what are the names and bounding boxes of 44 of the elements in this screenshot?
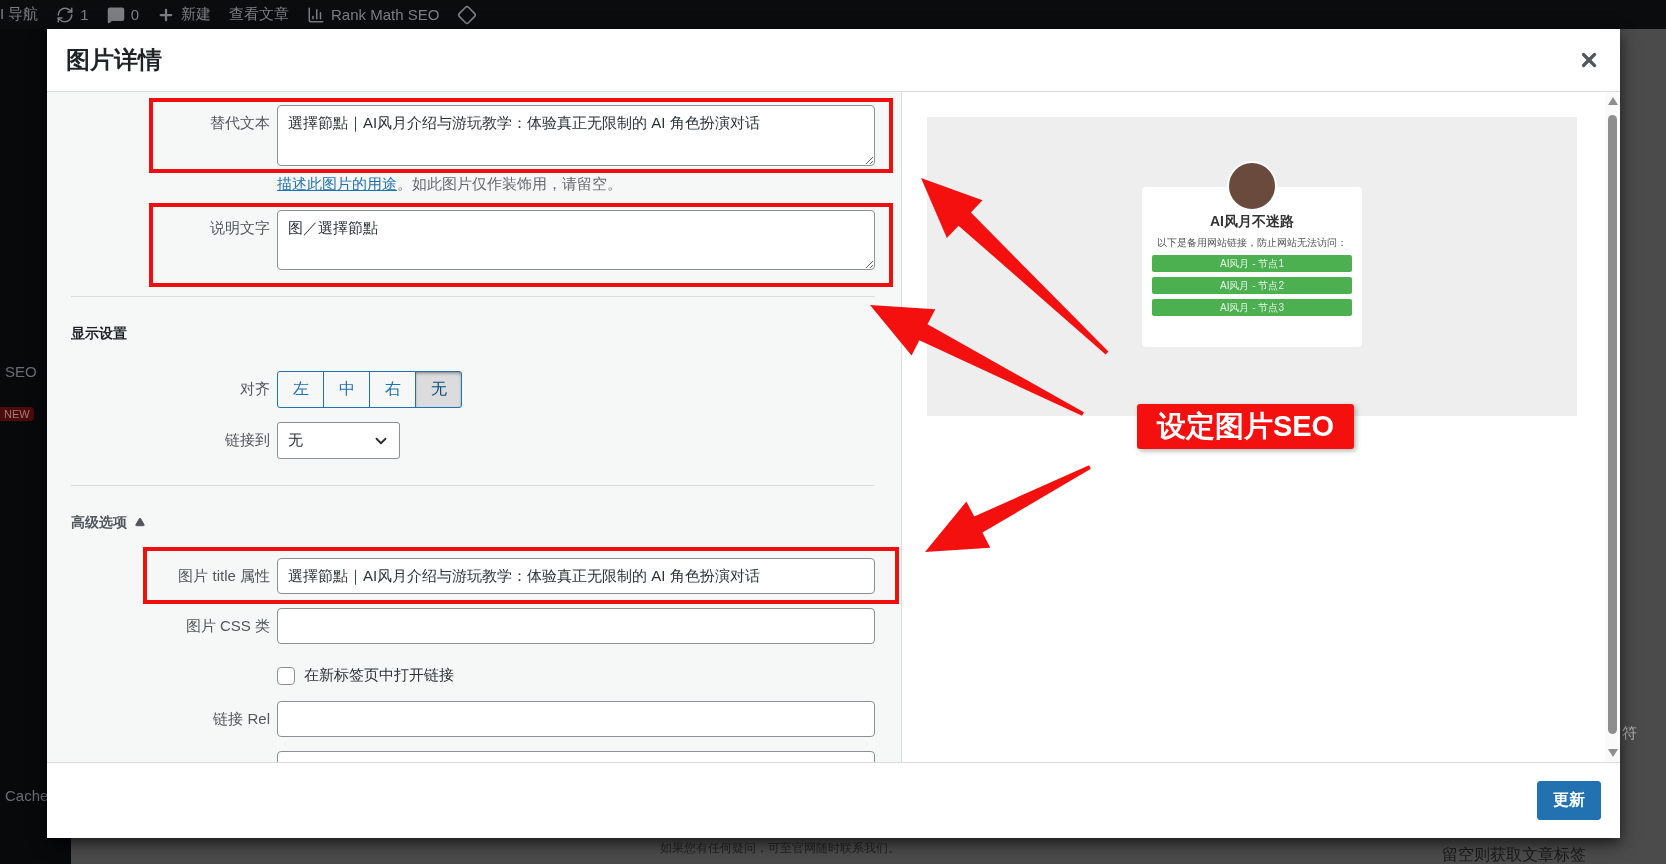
align-button[interactable]: 右 (369, 371, 416, 408)
text-field[interactable]: 選擇節點｜AI风月介绍与游玩教学：体验真正无限制的 AI 角色扮演对话 (277, 558, 875, 594)
link-to-select[interactable]: 无 (277, 422, 400, 459)
field-label: 图片 CSS 类 (184, 616, 270, 636)
toolbar-item[interactable]: 查看文章 (229, 5, 290, 24)
sidebar-item: SEO (5, 363, 37, 380)
help-text: 描述此图片的用途。如此图片仅作装饰用，请留空。 (277, 174, 623, 194)
field-label: 说明文字 (209, 218, 270, 238)
checkbox-label: 在新标签页中打开链接 (304, 666, 454, 685)
help-link[interactable]: 描述此图片的用途 (277, 175, 397, 192)
comment-icon (106, 5, 125, 24)
dialog-title: 图片详情 (66, 45, 162, 75)
sidebar-item: Cache (5, 787, 49, 804)
chart-icon (307, 5, 326, 24)
alt-text-field[interactable]: 選擇節點｜AI风月介绍与游玩教学：体验真正无限制的 AI 角色扮演对话 (277, 105, 875, 166)
caption-field[interactable]: 图／選擇節點 (277, 210, 875, 270)
annotation-label: 设定图片SEO (1137, 404, 1354, 449)
align-button[interactable]: 无 (415, 371, 462, 408)
diamond-icon[interactable] (457, 4, 478, 25)
toolbar-item[interactable]: Rank Math SEO (307, 5, 440, 24)
field-label: 链接到 (224, 430, 270, 450)
text-field[interactable] (277, 701, 875, 737)
field-label: 替代文本 (209, 113, 270, 133)
card-title: AI风月不迷路 (1210, 213, 1294, 231)
refresh-icon (56, 5, 75, 24)
card-subtitle: 以下是备用网站链接，防止网站无法访问： (1157, 236, 1347, 250)
scrollbar[interactable] (1605, 92, 1620, 762)
field-label: 图片 title 属性 (177, 566, 270, 586)
collapse-triangle-icon[interactable] (135, 517, 145, 527)
update-button[interactable]: 更新 (1537, 781, 1601, 820)
toolbar-item[interactable]: I 导航 (0, 5, 39, 24)
field-label: 对齐 (239, 379, 270, 399)
new-badge: NEW (0, 407, 34, 421)
toolbar-item[interactable]: 新建 (157, 5, 212, 24)
background-text: 符 (1622, 724, 1637, 743)
section-heading: 显示设置 (71, 324, 127, 343)
toolbar-item[interactable]: 0 (106, 5, 140, 24)
align-button[interactable]: 左 (277, 371, 324, 408)
toolbar-item[interactable]: 1 (56, 5, 89, 24)
section-heading[interactable]: 高级选项 (71, 512, 127, 532)
align-button[interactable]: 中 (323, 371, 370, 408)
checkbox[interactable] (277, 666, 295, 685)
field-label: 链接 Rel (212, 709, 270, 729)
text-field[interactable] (277, 608, 875, 644)
